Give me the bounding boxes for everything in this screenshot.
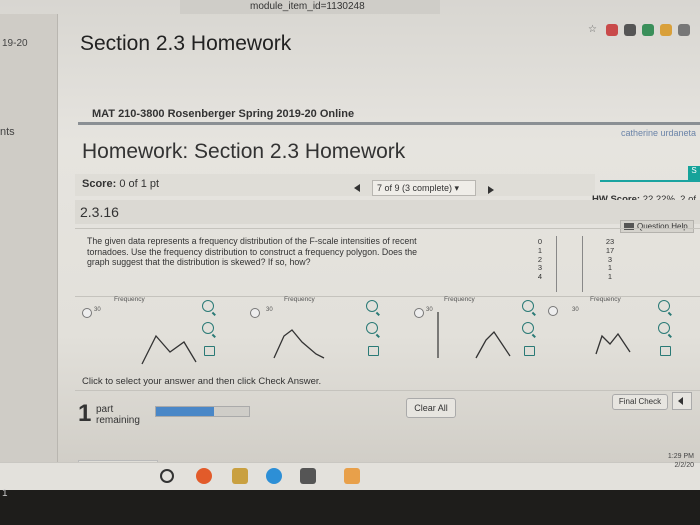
- screen: module_item_id=1130248 ☆ 19-20 nts Secti…: [0, 0, 700, 478]
- extension-icon-1[interactable]: [606, 24, 618, 36]
- graph-a: [141, 334, 197, 365]
- frequency-table: 0 1 2 3 4 23 17 3 1 1: [528, 237, 638, 292]
- left-date: 19-20: [2, 38, 28, 49]
- cortana-icon[interactable]: [160, 469, 174, 483]
- score-label: Score:: [82, 178, 117, 190]
- table-value: 4: [537, 272, 543, 282]
- question-help-label: Question Help: [637, 222, 688, 231]
- extension-icon-2[interactable]: [624, 24, 636, 36]
- answer-option-b[interactable]: Frequency 30: [244, 296, 394, 364]
- clock[interactable]: 1:29 PM 2/2/20: [668, 452, 694, 470]
- left-label: nts: [0, 126, 15, 138]
- question-bar: [75, 200, 700, 224]
- previous-question-button[interactable]: [354, 184, 360, 192]
- graph-d: [595, 332, 631, 355]
- clear-all-button[interactable]: Clear All: [406, 398, 456, 418]
- polygon-line: [595, 332, 631, 355]
- polygon-line: [475, 330, 511, 359]
- nav-status: 7 of 9 (3 complete): [377, 183, 453, 193]
- question-number: 2.3.16: [80, 204, 119, 220]
- section-title: Section 2.3 Homework: [80, 32, 292, 55]
- extension-icon-5[interactable]: [678, 24, 690, 36]
- zoom-icon[interactable]: [522, 300, 534, 312]
- graph-c: [437, 312, 511, 359]
- zoom-out-icon[interactable]: [366, 322, 378, 334]
- progress-fill: [156, 407, 214, 416]
- question-help-button[interactable]: Question Help: [620, 220, 694, 233]
- score-value: 0 of 1 pt: [119, 178, 160, 190]
- clock-date: 2/2/20: [674, 462, 694, 469]
- parts-label-2: remaining: [96, 415, 140, 426]
- popout-icon[interactable]: [204, 346, 215, 356]
- popout-icon[interactable]: [524, 346, 535, 356]
- content-divider: [75, 228, 700, 229]
- parts-label-1: part: [96, 404, 114, 415]
- popout-icon[interactable]: [368, 346, 379, 356]
- bezel-number: 1: [2, 488, 8, 499]
- edge-icon[interactable]: [266, 468, 282, 484]
- help-list-icon: [624, 223, 634, 231]
- homework-title: Homework: Section 2.3 Homework: [82, 140, 406, 163]
- header-divider: [78, 122, 700, 125]
- next-question-button[interactable]: [488, 186, 494, 194]
- zoom-icon[interactable]: [202, 300, 214, 312]
- url-text: module_item_id=1130248: [250, 1, 365, 12]
- left-window-strip: [0, 14, 58, 478]
- graph-b: [273, 329, 325, 359]
- table-frequencies-column: 23 17 3 1 1: [598, 237, 622, 282]
- table-frequency: 1: [607, 272, 613, 282]
- score: Score: 0 of 1 pt: [82, 178, 159, 190]
- question-nav-select[interactable]: 7 of 9 (3 complete) ▾: [372, 180, 476, 196]
- zoom-out-icon[interactable]: [202, 322, 214, 334]
- polygon-line: [141, 334, 197, 365]
- user-name[interactable]: catherine urdaneta: [621, 128, 696, 138]
- parts-remaining: part remaining: [96, 404, 140, 426]
- popout-icon[interactable]: [660, 346, 671, 356]
- zoom-out-icon[interactable]: [658, 322, 670, 334]
- answer-option-d[interactable]: Frequency 30: [548, 296, 698, 364]
- extension-icon-3[interactable]: [642, 24, 654, 36]
- zoom-out-icon[interactable]: [522, 322, 534, 334]
- chrome-icon[interactable]: [196, 468, 212, 484]
- screen-bezel: [0, 490, 700, 525]
- table-values-column: 0 1 2 3 4: [528, 237, 552, 282]
- course-name: MAT 210-3800 Rosenberger Spring 2019-20 …: [92, 108, 355, 120]
- final-check-button[interactable]: Final Check: [612, 394, 668, 410]
- extension-icon-4[interactable]: [660, 24, 672, 36]
- footer-divider: [75, 390, 700, 391]
- parts-count: 1: [78, 400, 92, 427]
- zoom-icon[interactable]: [658, 300, 670, 312]
- instruction-text: Click to select your answer and then cli…: [82, 376, 322, 387]
- progress-bar: [155, 406, 250, 417]
- back-button[interactable]: [672, 392, 692, 410]
- answer-option-c[interactable]: Frequency 30: [410, 296, 560, 364]
- question-text: The given data represents a frequency di…: [87, 236, 418, 267]
- star-icon[interactable]: ☆: [588, 24, 600, 36]
- zoom-icon[interactable]: [366, 300, 378, 312]
- clock-time: 1:29 PM: [667, 453, 694, 460]
- app-icon[interactable]: [344, 468, 360, 484]
- accent-line: [600, 180, 700, 182]
- polygon-line: [273, 329, 325, 359]
- browser-extensions: ☆: [588, 24, 690, 36]
- store-icon[interactable]: [300, 468, 316, 484]
- answer-option-a[interactable]: Frequency 30: [78, 296, 228, 365]
- file-explorer-icon[interactable]: [232, 468, 248, 484]
